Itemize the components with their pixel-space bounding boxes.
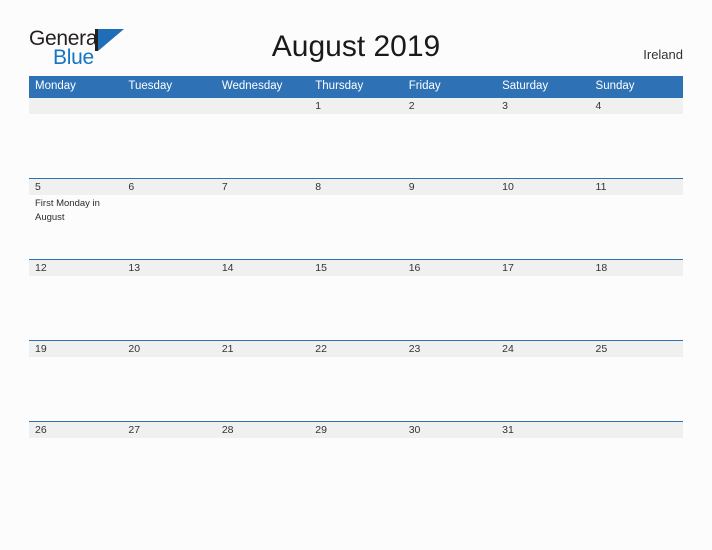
date-number[interactable] [216,98,309,114]
date-number[interactable]: 26 [29,422,122,438]
date-number[interactable]: 20 [122,341,215,357]
date-number[interactable]: 22 [309,341,402,357]
event-text: First Monday in August [35,198,100,223]
date-number[interactable]: 7 [216,179,309,195]
weekday-header-friday: Friday [408,80,441,92]
date-number[interactable]: 13 [122,260,215,276]
day-cell[interactable] [309,438,402,502]
date-number[interactable]: 15 [309,260,402,276]
weekday-header-tuesday: Tuesday [128,80,173,92]
day-cell[interactable] [496,276,589,340]
day-cell[interactable] [403,357,496,421]
date-number[interactable]: 2 [403,98,496,114]
day-cell[interactable] [309,195,402,259]
day-cell[interactable] [216,195,309,259]
day-cell[interactable] [590,114,683,178]
day-cell[interactable] [216,438,309,502]
date-number[interactable]: 21 [216,341,309,357]
day-cell[interactable] [29,438,122,502]
date-number[interactable]: 31 [496,422,589,438]
day-cell[interactable] [496,438,589,502]
week-event-band [29,276,683,340]
week-date-band: 1 2 3 4 [29,97,683,114]
day-cell[interactable] [122,276,215,340]
day-cell[interactable] [590,195,683,259]
day-cell[interactable] [29,276,122,340]
weekday-header-sunday: Sunday [595,80,635,92]
day-cell[interactable] [216,276,309,340]
day-cell[interactable] [216,114,309,178]
date-number[interactable]: 23 [403,341,496,357]
day-cell[interactable] [309,357,402,421]
week-date-band: 5 6 7 8 9 10 11 [29,178,683,195]
day-cell[interactable] [496,357,589,421]
day-cell[interactable]: First Monday in August [29,195,122,259]
date-number[interactable] [29,98,122,114]
country-label: Ireland [643,47,683,62]
date-number[interactable]: 10 [496,179,589,195]
calendar-week-row: 26 27 28 29 30 31 [29,421,683,502]
date-number[interactable]: 28 [216,422,309,438]
day-cell[interactable] [496,195,589,259]
date-number[interactable]: 4 [590,98,683,114]
calendar-week-row: 1 2 3 4 [29,97,683,178]
day-cell[interactable] [590,357,683,421]
date-number[interactable]: 8 [309,179,402,195]
date-number[interactable]: 6 [122,179,215,195]
date-number[interactable]: 9 [403,179,496,195]
date-number[interactable] [590,422,683,438]
day-cell[interactable] [29,357,122,421]
date-number[interactable]: 16 [403,260,496,276]
week-event-band [29,114,683,178]
day-cell[interactable] [496,114,589,178]
day-cell[interactable] [403,195,496,259]
weekday-header-thursday: Thursday [315,80,364,92]
week-date-band: 26 27 28 29 30 31 [29,421,683,438]
week-date-band: 19 20 21 22 23 24 25 [29,340,683,357]
date-number[interactable]: 14 [216,260,309,276]
date-number[interactable]: 24 [496,341,589,357]
calendar-week-row: 5 6 7 8 9 10 11 First Monday in August [29,178,683,259]
weekday-header-wednesday: Wednesday [221,80,283,92]
day-cell[interactable] [403,438,496,502]
page-header: General Blue August 2019 Ireland [0,0,712,76]
week-event-band [29,357,683,421]
day-cell[interactable] [122,114,215,178]
day-cell[interactable] [403,276,496,340]
weekday-header-monday: Monday [35,80,76,92]
calendar-week-row: 12 13 14 15 16 17 18 [29,259,683,340]
calendar-week-row: 19 20 21 22 23 24 25 [29,340,683,421]
date-number[interactable]: 29 [309,422,402,438]
day-cell[interactable] [29,114,122,178]
date-number[interactable]: 1 [309,98,402,114]
weekday-header-saturday: Saturday [502,80,549,92]
day-cell[interactable] [309,276,402,340]
weekday-header-row: Monday Tuesday Wednesday Thursday Friday… [29,76,683,97]
day-cell[interactable] [403,114,496,178]
date-number[interactable]: 25 [590,341,683,357]
date-number[interactable]: 27 [122,422,215,438]
week-event-band [29,438,683,502]
day-cell[interactable] [590,438,683,502]
week-date-band: 12 13 14 15 16 17 18 [29,259,683,276]
page-title: August 2019 [271,30,441,63]
date-number[interactable]: 3 [496,98,589,114]
date-number[interactable]: 30 [403,422,496,438]
date-number[interactable]: 17 [496,260,589,276]
date-number[interactable]: 11 [590,179,683,195]
day-cell[interactable] [122,195,215,259]
week-event-band: First Monday in August [29,195,683,259]
calendar-page: General Blue August 2019 Ireland Monday … [0,0,712,550]
day-cell[interactable] [309,114,402,178]
day-cell[interactable] [216,357,309,421]
day-cell[interactable] [590,276,683,340]
date-number[interactable]: 5 [29,179,122,195]
date-number[interactable] [122,98,215,114]
date-number[interactable]: 19 [29,341,122,357]
calendar-grid: Monday Tuesday Wednesday Thursday Friday… [29,76,683,502]
day-cell[interactable] [122,357,215,421]
day-cell[interactable] [122,438,215,502]
date-number[interactable]: 18 [590,260,683,276]
date-number[interactable]: 12 [29,260,122,276]
